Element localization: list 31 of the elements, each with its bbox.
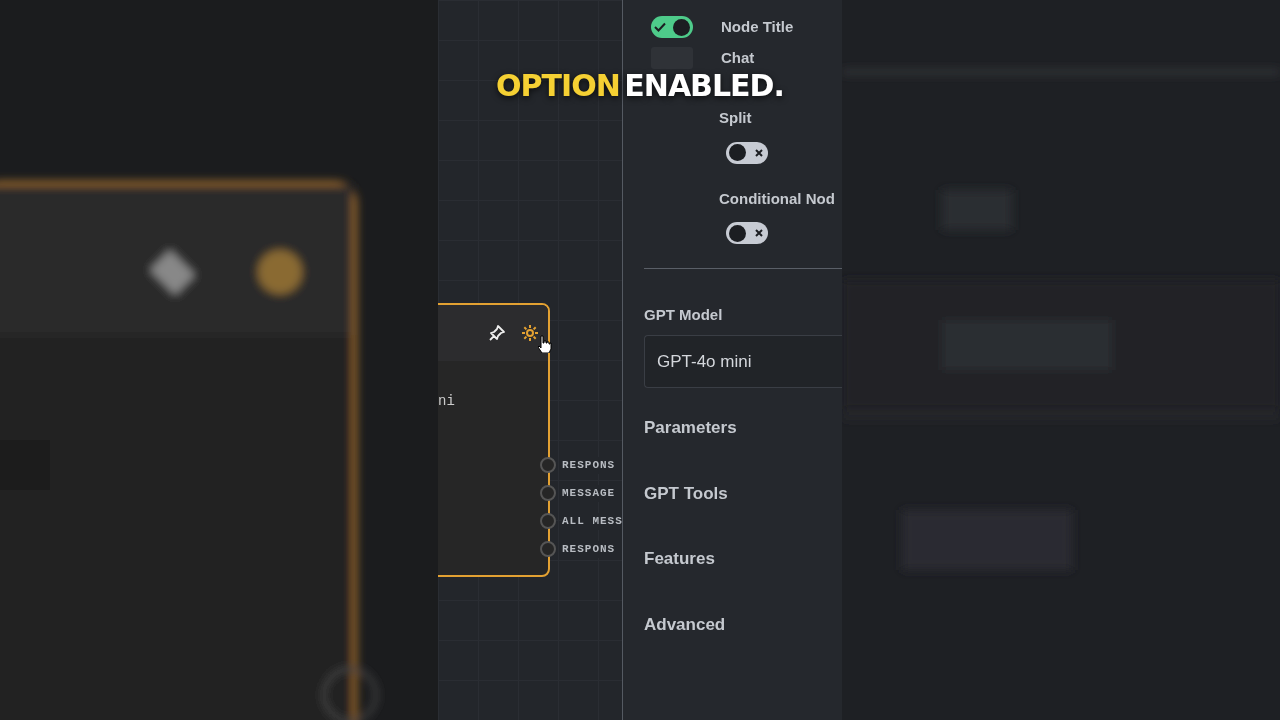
toggle-label: Node Title [721,17,794,37]
port-handle[interactable] [540,541,556,558]
close-icon [753,228,765,238]
caption-overlay: OPTION [496,68,620,103]
port-label: ALL MESS [562,513,622,530]
toggle-switch[interactable] [726,141,768,164]
node-card[interactable]: ni [438,303,550,577]
node-text: ni [438,392,455,411]
toggle-label: Conditional Nod [719,188,836,209]
toggle-switch[interactable] [651,16,693,39]
section-header[interactable]: Advanced [644,611,842,637]
port-label: RESPONS [562,457,616,474]
field-label: GPT Model [644,305,724,325]
section-header[interactable]: Parameters [644,415,842,441]
port-label: MESSAGE [562,485,616,502]
hand-cursor-icon [538,335,552,353]
toggle-switch[interactable] [726,222,768,244]
port-label: RESPONS [562,541,616,558]
pin-icon[interactable] [488,324,506,342]
toggle-label: Split [719,108,753,128]
check-icon [654,22,666,33]
section-header[interactable]: GPT Tools [644,480,842,506]
port-handle[interactable] [540,513,556,530]
settings-icon[interactable] [520,323,540,343]
section-header[interactable]: Features [644,546,842,572]
toggle-label: Chat [721,47,755,68]
close-icon [753,147,765,158]
port-handle[interactable] [540,485,556,502]
port-handle[interactable] [540,457,556,474]
caption-overlay: ENABLED. [624,68,784,103]
model-select[interactable]: GPT-4o mini [644,334,842,388]
